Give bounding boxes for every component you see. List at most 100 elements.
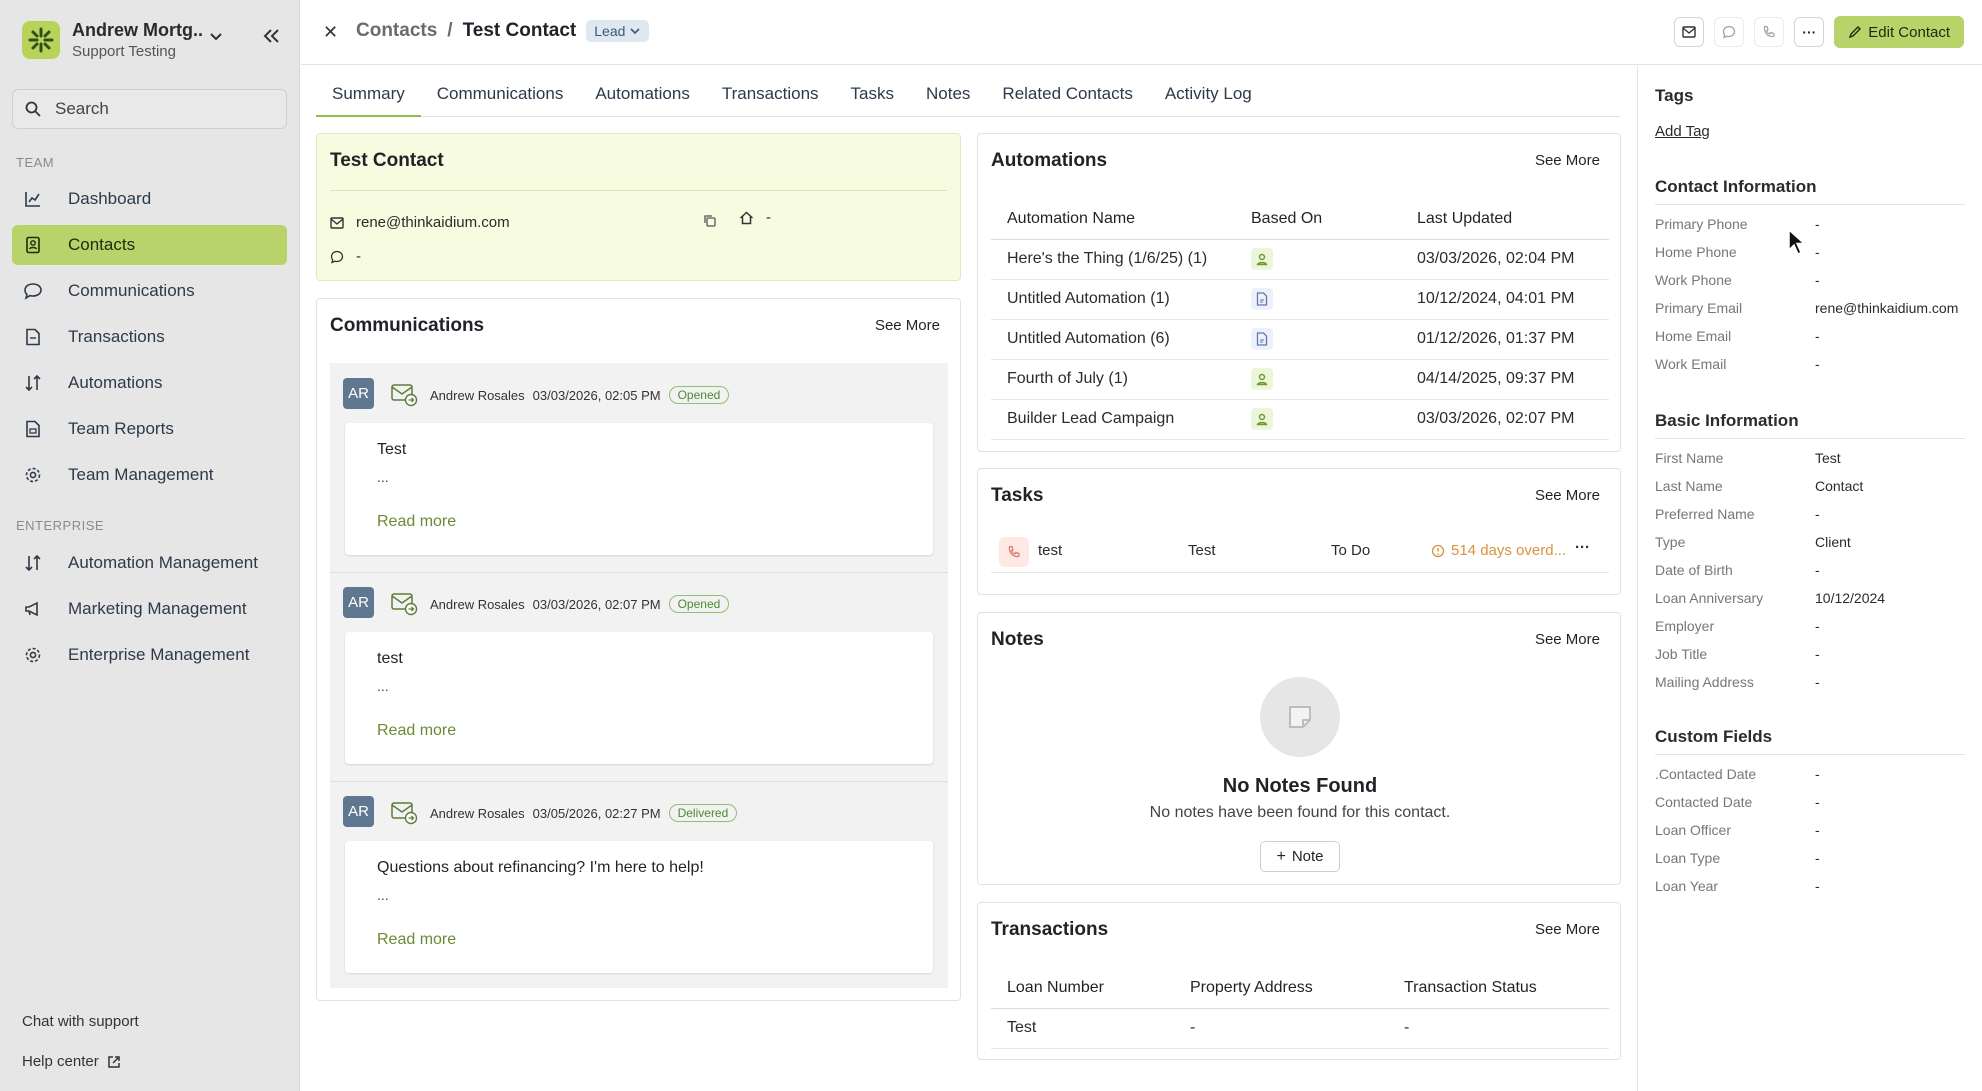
- tab-tasks[interactable]: Tasks: [835, 70, 910, 117]
- task-more-icon[interactable]: ···: [1575, 539, 1590, 556]
- org-switcher[interactable]: Andrew Mortg... Support Testing: [22, 20, 292, 60]
- page-title: Test Contact: [462, 20, 577, 41]
- table-row[interactable]: Builder Lead Campaign 03/03/2026, 02:07 …: [991, 399, 1609, 440]
- add-note-button[interactable]: + Note: [1260, 841, 1340, 872]
- field-value: -: [1815, 766, 1820, 782]
- tab-notes[interactable]: Notes: [910, 70, 986, 117]
- sidebar-item-contacts[interactable]: Contacts: [12, 225, 287, 265]
- call-action-button[interactable]: [1754, 17, 1785, 47]
- table-row[interactable]: Here's the Thing (1/6/25) (1) 03/03/2026…: [991, 239, 1609, 280]
- communications-see-more-button[interactable]: See More: [875, 317, 940, 334]
- email-sent-icon: [390, 799, 418, 829]
- tab-summary[interactable]: Summary: [316, 70, 421, 117]
- field-value: -: [1815, 618, 1820, 634]
- field-value: -: [1815, 822, 1820, 838]
- read-more-link[interactable]: Read more: [377, 722, 456, 740]
- communication-snippet: ...: [377, 469, 389, 485]
- tab-automations[interactable]: Automations: [579, 70, 706, 117]
- sidebar-item-communications[interactable]: Communications: [12, 271, 287, 311]
- field-label: .Contacted Date: [1655, 766, 1757, 782]
- field-value: -: [1815, 646, 1820, 662]
- read-more-link[interactable]: Read more: [377, 931, 456, 949]
- field-value: Contact: [1815, 478, 1864, 494]
- tab-related-contacts[interactable]: Related Contacts: [986, 70, 1148, 117]
- tasks-card: Tasks See More test Test To Do 514 days …: [977, 468, 1621, 595]
- contact-status-dropdown[interactable]: Lead: [586, 20, 650, 42]
- contact-home-row: -: [739, 209, 771, 226]
- search-box[interactable]: [12, 89, 287, 129]
- sidebar-item-automation-management[interactable]: Automation Management: [12, 543, 287, 583]
- chevron-down-icon[interactable]: [208, 28, 224, 48]
- field-label: Work Phone: [1655, 272, 1732, 288]
- document-icon: [22, 326, 44, 348]
- field-value: Client: [1815, 534, 1851, 550]
- task-contact: Test: [1188, 542, 1216, 559]
- table-row[interactable]: test Test To Do 514 days overd... ···: [991, 531, 1609, 573]
- search-input[interactable]: [55, 99, 255, 119]
- list-item[interactable]: AR Andrew Rosales 03/05/2026, 02:27 PM D…: [330, 781, 948, 990]
- field-label: Last Name: [1655, 478, 1723, 494]
- read-more-link[interactable]: Read more: [377, 513, 456, 531]
- list-item[interactable]: AR Andrew Rosales 03/03/2026, 02:05 PM O…: [330, 363, 948, 572]
- message-action-button[interactable]: [1714, 17, 1745, 47]
- table-row[interactable]: Fourth of July (1) 04/14/2025, 09:37 PM: [991, 359, 1609, 400]
- add-note-label: Note: [1291, 848, 1324, 865]
- field-value: -: [1815, 878, 1820, 894]
- more-actions-button[interactable]: ···: [1794, 17, 1825, 47]
- add-tag-link[interactable]: Add Tag: [1655, 123, 1710, 140]
- sidebar-item-team-management[interactable]: Team Management: [12, 455, 287, 495]
- communications-title: Communications: [330, 315, 485, 336]
- communications-list: AR Andrew Rosales 03/03/2026, 02:05 PM O…: [330, 363, 948, 988]
- breadcrumb: Contacts / Test Contact Lead: [356, 20, 650, 42]
- edit-contact-button[interactable]: Edit Contact: [1834, 16, 1964, 48]
- automation-name: Fourth of July (1): [991, 359, 1235, 400]
- breadcrumb-contacts-link[interactable]: Contacts: [356, 20, 437, 42]
- automations-see-more-button[interactable]: See More: [1535, 152, 1600, 169]
- field-label: Primary Email: [1655, 300, 1743, 316]
- list-item[interactable]: AR Andrew Rosales 03/03/2026, 02:07 PM O…: [330, 572, 948, 781]
- help-center-link[interactable]: Help center: [22, 1053, 121, 1070]
- sidebar-item-label: Enterprise Management: [68, 645, 250, 664]
- chart-line-icon: [22, 188, 44, 210]
- tab-transactions[interactable]: Transactions: [706, 70, 835, 117]
- status-badge: Opened: [668, 595, 730, 613]
- column-header: Based On: [1235, 199, 1401, 240]
- field-value: -: [1815, 506, 1820, 522]
- contact-summary-card: Test Contact rene@thinkaidium.com - -: [316, 133, 961, 281]
- column-header: Automation Name: [991, 199, 1235, 240]
- email-action-button[interactable]: [1674, 17, 1705, 47]
- tab-communications[interactable]: Communications: [421, 70, 580, 117]
- close-icon[interactable]: ✕: [323, 22, 338, 43]
- contact-email[interactable]: rene@thinkaidium.com: [356, 214, 510, 231]
- table-row[interactable]: Untitled Automation (1) 10/12/2024, 04:0…: [991, 279, 1609, 320]
- table-row[interactable]: Test - -: [991, 1008, 1609, 1049]
- transactions-see-more-button[interactable]: See More: [1535, 921, 1600, 938]
- copy-icon[interactable]: [703, 214, 717, 232]
- sort-arrows-icon: [22, 552, 44, 574]
- notes-see-more-button[interactable]: See More: [1535, 631, 1600, 648]
- sidebar-item-automations[interactable]: Automations: [12, 363, 287, 403]
- sidebar-item-team-reports[interactable]: Team Reports: [12, 409, 287, 449]
- report-icon: [22, 418, 44, 440]
- sidebar-item-marketing-management[interactable]: Marketing Management: [12, 589, 287, 629]
- table-row[interactable]: Untitled Automation (6) 01/12/2026, 01:3…: [991, 319, 1609, 360]
- tab-activity-log[interactable]: Activity Log: [1149, 70, 1268, 117]
- field-value: -: [1815, 794, 1820, 810]
- communication-snippet: ...: [377, 887, 389, 903]
- section-label-team: TEAM: [16, 155, 55, 170]
- sidebar-item-enterprise-management[interactable]: Enterprise Management: [12, 635, 287, 675]
- sidebar-item-dashboard[interactable]: Dashboard: [12, 179, 287, 219]
- sidebar-item-transactions[interactable]: Transactions: [12, 317, 287, 357]
- person-icon: [1251, 247, 1273, 270]
- chevron-down-icon: [630, 28, 640, 35]
- contact-book-icon: [22, 234, 44, 256]
- search-icon: [25, 101, 41, 117]
- external-link-icon: [107, 1055, 120, 1068]
- collapse-sidebar-icon[interactable]: [262, 28, 280, 48]
- automation-updated: 03/03/2026, 02:07 PM: [1401, 399, 1609, 440]
- communication-subject: Questions about refinancing? I'm here to…: [377, 859, 704, 876]
- table-header-row: Loan Number Property Address Transaction…: [991, 968, 1609, 1009]
- chat-with-support-link[interactable]: Chat with support: [22, 1013, 139, 1030]
- tasks-see-more-button[interactable]: See More: [1535, 487, 1600, 504]
- field-value: -: [1815, 356, 1820, 372]
